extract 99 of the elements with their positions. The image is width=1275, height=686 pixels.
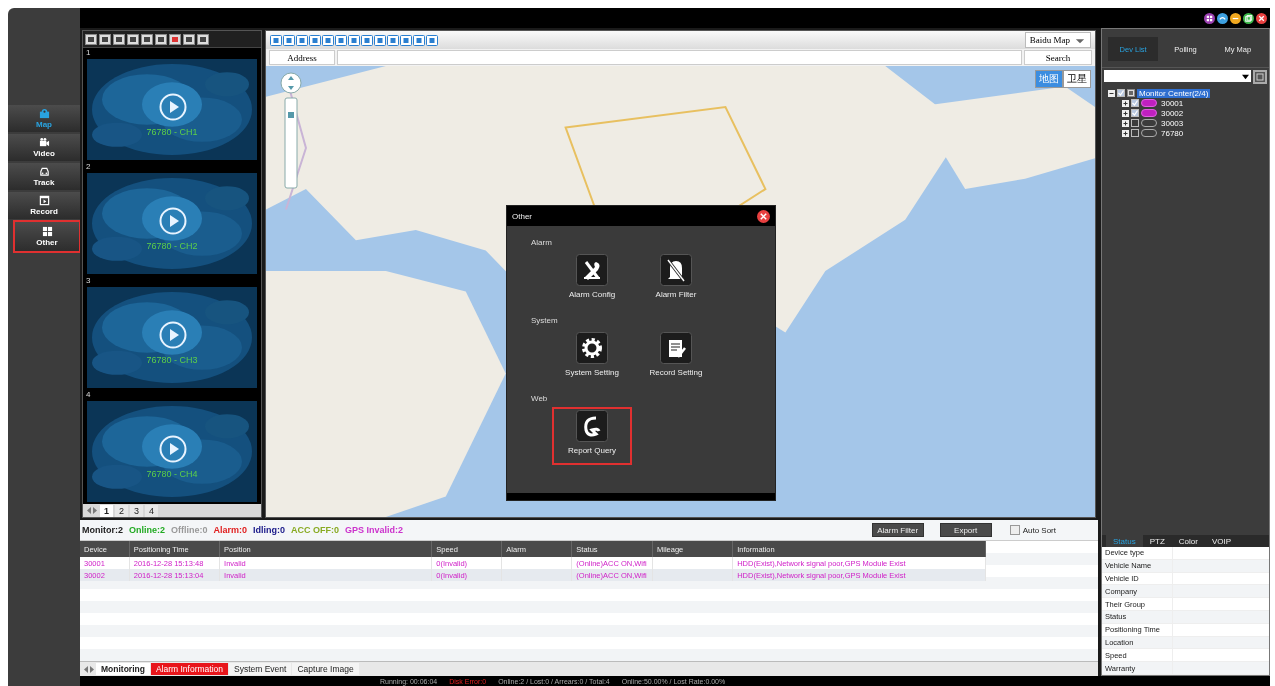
toolbar-icon[interactable] bbox=[127, 33, 139, 45]
page-tab[interactable]: 3 bbox=[130, 504, 144, 517]
close-icon[interactable] bbox=[757, 209, 770, 223]
map-provider-dropdown[interactable]: Baidu Map bbox=[1024, 32, 1091, 48]
toolbar-icon[interactable] bbox=[169, 33, 181, 45]
channel-label: 76780 - CH3 bbox=[146, 355, 198, 365]
summary-count: Idling:0 bbox=[253, 525, 286, 535]
nav-item[interactable]: Map bbox=[8, 105, 80, 132]
channel-label: 76780 - CH4 bbox=[146, 469, 198, 479]
tab[interactable]: Status bbox=[1106, 535, 1143, 548]
expand-icon[interactable] bbox=[1122, 129, 1129, 137]
camera-icon bbox=[38, 137, 50, 148]
film-icon bbox=[38, 195, 50, 206]
minimize-icon[interactable] bbox=[1230, 12, 1241, 24]
close-icon[interactable] bbox=[1256, 12, 1267, 24]
checkbox[interactable] bbox=[1131, 119, 1139, 127]
car-icon bbox=[38, 166, 50, 177]
toolbar-icon[interactable] bbox=[155, 33, 167, 45]
action-button[interactable]: Alarm Filter bbox=[871, 523, 924, 537]
tab[interactable]: Capture Image bbox=[292, 663, 359, 675]
search-button[interactable]: Search bbox=[1024, 50, 1092, 65]
search-icon[interactable] bbox=[1253, 70, 1267, 84]
checkbox[interactable] bbox=[1131, 129, 1139, 137]
expand-icon[interactable] bbox=[1122, 109, 1129, 117]
toolbar-icon[interactable] bbox=[99, 33, 111, 45]
auto-sort-checkbox[interactable]: Auto Sort bbox=[1009, 525, 1056, 535]
zoom-control-icon[interactable] bbox=[280, 72, 302, 192]
map-view-button[interactable]: 卫星 bbox=[1063, 70, 1091, 88]
menu-item[interactable]: Alarm Config bbox=[553, 252, 631, 308]
tab[interactable]: Color bbox=[1171, 535, 1205, 548]
tab[interactable]: Monitoring bbox=[96, 663, 150, 675]
menu-item[interactable]: System Setting bbox=[553, 330, 631, 386]
grid-icon[interactable] bbox=[1204, 12, 1215, 24]
summary-count: Alarm:0 bbox=[213, 525, 248, 535]
restore-icon[interactable] bbox=[1243, 12, 1254, 24]
address-button[interactable]: Address bbox=[269, 50, 335, 65]
toolbar-icon[interactable] bbox=[85, 33, 97, 45]
action-button[interactable]: Export bbox=[939, 523, 992, 537]
section-title: Alarm bbox=[531, 238, 552, 249]
caret-icon bbox=[1242, 72, 1249, 80]
expand-icon[interactable] bbox=[1122, 119, 1129, 127]
summary-count: Offline:0 bbox=[171, 525, 208, 535]
toolbar-icon[interactable] bbox=[197, 33, 209, 45]
swirl-icon bbox=[576, 410, 608, 442]
tab[interactable]: VOIP bbox=[1204, 535, 1239, 548]
notepad-icon bbox=[660, 332, 692, 364]
slot-number: 4 bbox=[85, 390, 91, 401]
page-tab[interactable]: 4 bbox=[145, 504, 159, 517]
nav-item[interactable]: Track bbox=[8, 163, 80, 190]
play-icon[interactable] bbox=[159, 93, 187, 121]
menu-item[interactable]: Report Query bbox=[553, 408, 631, 464]
settings-icon bbox=[576, 332, 608, 364]
nav-item[interactable]: Video bbox=[8, 134, 80, 161]
checkbox[interactable] bbox=[1131, 109, 1139, 117]
expand-icon[interactable] bbox=[1122, 99, 1129, 107]
page-tab[interactable]: 2 bbox=[115, 504, 129, 517]
slot-number: 3 bbox=[85, 276, 91, 287]
tab[interactable]: PTZ bbox=[1142, 535, 1172, 548]
toolbar-icon[interactable] bbox=[113, 33, 125, 45]
nav-item[interactable]: Record bbox=[8, 192, 80, 219]
device-search-field[interactable] bbox=[1104, 70, 1251, 82]
play-icon[interactable] bbox=[159, 207, 187, 235]
play-icon[interactable] bbox=[159, 321, 187, 349]
grid-icon bbox=[41, 226, 53, 237]
tree-item[interactable]: 30001 bbox=[1159, 98, 1186, 108]
channel-label: 76780 - CH1 bbox=[146, 127, 198, 137]
wrench-bell-icon bbox=[576, 254, 608, 286]
section-title: System bbox=[531, 316, 558, 327]
summary-count: Online:2 bbox=[129, 525, 165, 535]
tree-item[interactable]: 30002 bbox=[1159, 108, 1186, 118]
summary-count: GPS Invalid:2 bbox=[345, 525, 404, 535]
map-pin-icon bbox=[38, 108, 50, 119]
checkbox[interactable] bbox=[1131, 99, 1139, 107]
collapse-icon[interactable] bbox=[1108, 89, 1115, 97]
tree-item[interactable]: 76780 bbox=[1159, 128, 1186, 138]
toolbar-icon[interactable] bbox=[183, 33, 195, 45]
nav-item[interactable]: Other bbox=[14, 221, 80, 252]
dialog-title: Other bbox=[512, 211, 532, 221]
section-title: Web bbox=[531, 394, 548, 405]
tree-item[interactable]: 30003 bbox=[1159, 118, 1186, 128]
channel-label: 76780 - CH2 bbox=[146, 241, 198, 251]
arrows-icon[interactable] bbox=[83, 663, 95, 675]
slot-number: 2 bbox=[85, 162, 91, 173]
tree-item[interactable]: Monitor Center(2/4) bbox=[1137, 88, 1211, 98]
menu-item[interactable]: Alarm Filter bbox=[637, 252, 715, 308]
summary-count: ACC OFF:0 bbox=[291, 525, 340, 535]
tab[interactable]: System Event bbox=[229, 663, 292, 675]
tab[interactable]: Alarm Information bbox=[150, 663, 228, 675]
toolbar-icon[interactable] bbox=[141, 33, 153, 45]
bell-slash-icon bbox=[660, 254, 692, 286]
monitor-icon bbox=[1127, 89, 1135, 97]
arrows-icon[interactable] bbox=[86, 505, 98, 516]
summary-count: Monitor:2 bbox=[82, 525, 123, 535]
address-field[interactable] bbox=[337, 50, 1022, 65]
play-icon[interactable] bbox=[159, 435, 187, 463]
menu-item[interactable]: Record Setting bbox=[637, 330, 715, 386]
page-tab[interactable]: 1 bbox=[100, 504, 113, 517]
slot-number: 1 bbox=[85, 48, 91, 59]
checkbox[interactable] bbox=[1117, 89, 1125, 97]
